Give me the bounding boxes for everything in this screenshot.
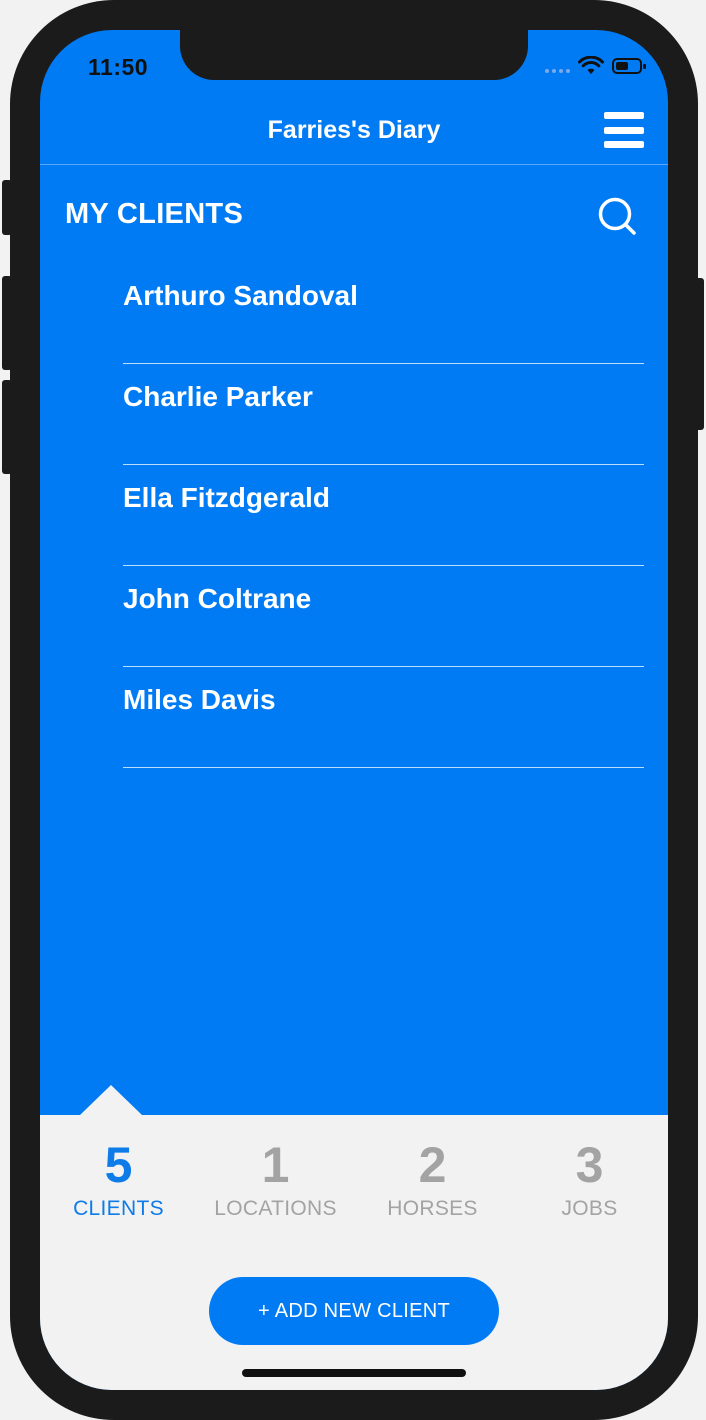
page-title: MY CLIENTS: [65, 198, 244, 230]
tab-label: HORSES: [387, 1197, 478, 1220]
list-item[interactable]: John Coltrane: [123, 567, 644, 667]
client-name: Arthuro Sandoval: [123, 280, 358, 311]
client-name: John Coltrane: [123, 583, 312, 614]
list-item[interactable]: Ella Fitzdgerald: [123, 466, 644, 566]
tab-label: LOCATIONS: [214, 1197, 337, 1220]
tab-label: JOBS: [561, 1197, 618, 1220]
notch: [180, 30, 528, 80]
status-icons: [545, 56, 646, 76]
tab-label: CLIENTS: [73, 1197, 164, 1220]
tab-count: 5: [104, 1137, 133, 1193]
list-item[interactable]: Arthuro Sandoval: [123, 264, 644, 364]
list-item[interactable]: Charlie Parker: [123, 365, 644, 465]
active-tab-indicator: [80, 1085, 142, 1115]
client-list: Arthuro Sandoval Charlie Parker Ella Fit…: [123, 264, 644, 768]
client-name: Charlie Parker: [123, 381, 313, 412]
device-frame: 11:50 Farries's Diary MY CLIENTS Arthuro…: [0, 0, 706, 1420]
navbar: Farries's Diary: [40, 98, 668, 165]
hamburger-menu-icon[interactable]: [604, 112, 644, 148]
search-icon[interactable]: [596, 195, 638, 237]
battery-icon: [612, 58, 646, 74]
list-item[interactable]: Miles Davis: [123, 668, 644, 768]
signal-icon: [545, 59, 570, 73]
tab-locations[interactable]: 1 LOCATIONS: [197, 1137, 354, 1221]
screen: 11:50 Farries's Diary MY CLIENTS Arthuro…: [40, 30, 668, 1390]
status-time: 11:50: [88, 54, 149, 80]
tab-clients[interactable]: 5 CLIENTS: [40, 1137, 197, 1221]
tab-bar: 5 CLIENTS 1 LOCATIONS 2 HORSES 3 JOBS + …: [40, 1085, 668, 1390]
tab-count: 3: [575, 1137, 604, 1193]
tab-jobs[interactable]: 3 JOBS: [511, 1137, 668, 1221]
wifi-icon: [578, 56, 604, 74]
home-indicator[interactable]: [242, 1369, 466, 1377]
tab-count: 2: [418, 1137, 447, 1193]
client-name: Ella Fitzdgerald: [123, 482, 330, 513]
app-title: Farries's Diary: [267, 116, 441, 144]
add-new-client-button[interactable]: + ADD NEW CLIENT: [209, 1277, 499, 1345]
client-name: Miles Davis: [123, 684, 276, 715]
tab-horses[interactable]: 2 HORSES: [354, 1137, 511, 1221]
tab-count: 1: [261, 1137, 290, 1193]
